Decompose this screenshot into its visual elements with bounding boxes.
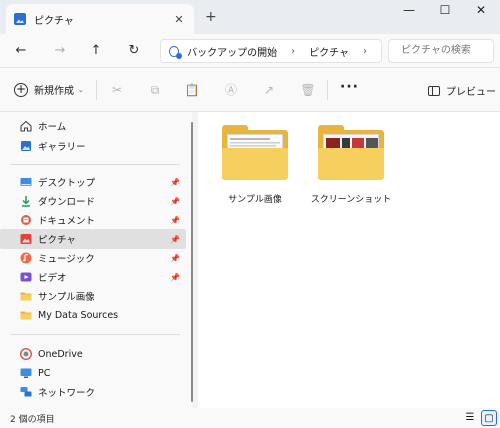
music-icon xyxy=(20,252,32,264)
close-window-button[interactable]: ✕ xyxy=(468,3,494,23)
large-icons-view-button[interactable]: ▢ xyxy=(481,410,497,426)
sidebar-item-pc[interactable]: PC xyxy=(0,363,186,383)
sidebar-item-downloads[interactable]: ダウンロード 📌 xyxy=(0,191,186,211)
status-bar: 2 個の項目 ☰ ▢ xyxy=(0,408,500,428)
new-button[interactable]: + 新規作成 ⌄ xyxy=(14,82,84,97)
sidebar-item-sample-images[interactable]: サンプル画像 xyxy=(0,286,186,306)
toolbar-divider xyxy=(327,80,328,100)
copy-icon[interactable]: ⧉ xyxy=(146,81,164,99)
tab-pictures[interactable]: ピクチャ ✕ xyxy=(6,4,194,34)
sidebar-item-label: ドキュメント xyxy=(38,216,96,227)
sidebar-item-label: ミュージック xyxy=(38,254,95,265)
delete-icon[interactable]: 🗑 xyxy=(299,81,317,99)
sidebar-divider xyxy=(10,164,180,165)
folder-icon xyxy=(222,125,288,180)
pin-icon[interactable]: 📌 xyxy=(170,178,180,187)
sidebar-item-gallery[interactable]: ギャラリー xyxy=(0,136,186,156)
breadcrumb-item-backup[interactable]: バックアップの開始 xyxy=(187,44,277,59)
pictures-icon xyxy=(20,233,32,245)
preview-button[interactable]: プレビュー xyxy=(428,83,496,98)
sidebar-item-documents[interactable]: ドキュメント 📌 xyxy=(0,210,186,230)
sidebar-item-label: デスクトップ xyxy=(38,178,96,189)
preview-label: プレビュー xyxy=(446,87,496,98)
sidebar-item-label: ネットワーク xyxy=(38,388,96,399)
breadcrumb-item-pictures[interactable]: ピクチャ xyxy=(309,44,349,59)
folder-name: スクリーンショット xyxy=(310,195,392,205)
new-tab-button[interactable]: + xyxy=(205,9,217,25)
folder-icon xyxy=(20,309,32,321)
sidebar-item-pictures[interactable]: ピクチャ 📌 xyxy=(0,229,186,249)
sidebar-item-home[interactable]: ホーム xyxy=(0,116,186,136)
sidebar-item-music[interactable]: ミュージック 📌 xyxy=(0,248,186,268)
item-count: 2 個の項目 xyxy=(10,415,55,425)
sidebar-scrollbar-thumb[interactable] xyxy=(191,122,193,402)
pin-icon[interactable]: 📌 xyxy=(170,235,180,244)
back-button[interactable]: ← xyxy=(10,41,32,61)
command-bar: + 新規作成 ⌄ ✂ ⧉ 📋 Ⓐ ↗ 🗑 ··· プレビュー xyxy=(0,68,500,112)
pictures-icon xyxy=(14,13,26,25)
sidebar-divider xyxy=(10,334,180,335)
pin-icon[interactable]: 📌 xyxy=(170,254,180,263)
maximize-button[interactable]: ☐ xyxy=(432,3,458,23)
refresh-button[interactable]: ↻ xyxy=(123,41,145,61)
rename-icon[interactable]: Ⓐ xyxy=(222,81,240,99)
cut-icon[interactable]: ✂ xyxy=(108,81,126,99)
preview-pane-icon xyxy=(428,85,440,96)
sidebar-item-label: ビデオ xyxy=(38,273,67,284)
new-button-label: 新規作成 xyxy=(34,86,74,97)
toolbar-divider xyxy=(96,80,97,100)
sidebar-item-label: ギャラリー xyxy=(38,142,86,153)
breadcrumb-separator[interactable]: › xyxy=(363,46,367,57)
sidebar-item-my-data-sources[interactable]: My Data Sources xyxy=(0,305,186,325)
home-icon xyxy=(20,120,32,132)
sidebar-item-label: ピクチャ xyxy=(38,235,76,246)
address-bar: ← → ↑ ↻ バックアップの開始 › ピクチャ › ピクチャの検索 xyxy=(0,34,500,68)
up-button[interactable]: ↑ xyxy=(85,41,107,61)
folder-item-screenshots[interactable]: スクリーンショット xyxy=(306,125,396,205)
pin-icon[interactable]: 📌 xyxy=(170,273,180,282)
pin-icon[interactable]: 📌 xyxy=(170,197,180,206)
folder-item-sample-images[interactable]: サンプル画像 xyxy=(210,125,300,205)
file-list: サンプル画像 スクリーンショット xyxy=(198,112,500,408)
folder-icon xyxy=(318,125,384,180)
search-input[interactable]: ピクチャの検索 xyxy=(388,39,494,63)
download-icon xyxy=(20,195,32,207)
documents-icon xyxy=(20,214,32,226)
onedrive-icon xyxy=(19,347,33,361)
navigation-pane: ホーム ギャラリー デスクトップ 📌 ダウンロード 📌 ドキュメント 📌 ピクチ… xyxy=(0,112,192,408)
pin-icon[interactable]: 📌 xyxy=(170,216,180,225)
title-bar: ピクチャ ✕ + — ☐ ✕ xyxy=(0,0,500,34)
pc-icon xyxy=(20,367,32,379)
sidebar-item-onedrive[interactable]: OneDrive xyxy=(0,344,186,364)
paste-icon[interactable]: 📋 xyxy=(183,81,201,99)
forward-button[interactable]: → xyxy=(49,41,71,61)
sidebar-item-label: My Data Sources xyxy=(38,309,119,321)
sidebar-item-desktop[interactable]: デスクトップ 📌 xyxy=(0,172,186,192)
details-view-button[interactable]: ☰ xyxy=(462,410,478,426)
folder-icon xyxy=(20,290,32,302)
share-icon[interactable]: ↗ xyxy=(260,81,278,99)
folder-name: サンプル画像 xyxy=(228,195,282,205)
sidebar-item-label: OneDrive xyxy=(38,348,83,360)
backup-icon xyxy=(169,45,183,59)
more-options-button[interactable]: ··· xyxy=(340,79,359,95)
sidebar-item-videos[interactable]: ビデオ 📌 xyxy=(0,267,186,287)
sidebar-item-label: サンプル画像 xyxy=(38,292,95,303)
minimize-button[interactable]: — xyxy=(396,3,422,23)
sidebar-item-label: ホーム xyxy=(38,122,67,133)
desktop-icon xyxy=(20,176,32,188)
tab-title: ピクチャ xyxy=(34,15,74,27)
breadcrumb[interactable]: バックアップの開始 › ピクチャ › xyxy=(160,39,382,63)
breadcrumb-separator[interactable]: › xyxy=(291,46,295,57)
network-icon xyxy=(20,386,32,398)
sidebar-item-label: PC xyxy=(38,367,51,379)
video-icon xyxy=(20,271,32,283)
sidebar-item-label: ダウンロード xyxy=(38,197,96,208)
gallery-icon xyxy=(20,140,32,152)
sidebar-item-network[interactable]: ネットワーク xyxy=(0,382,186,402)
plus-icon: + xyxy=(14,81,28,97)
close-tab-icon[interactable]: ✕ xyxy=(170,13,188,26)
chevron-down-icon: ⌄ xyxy=(78,85,84,94)
